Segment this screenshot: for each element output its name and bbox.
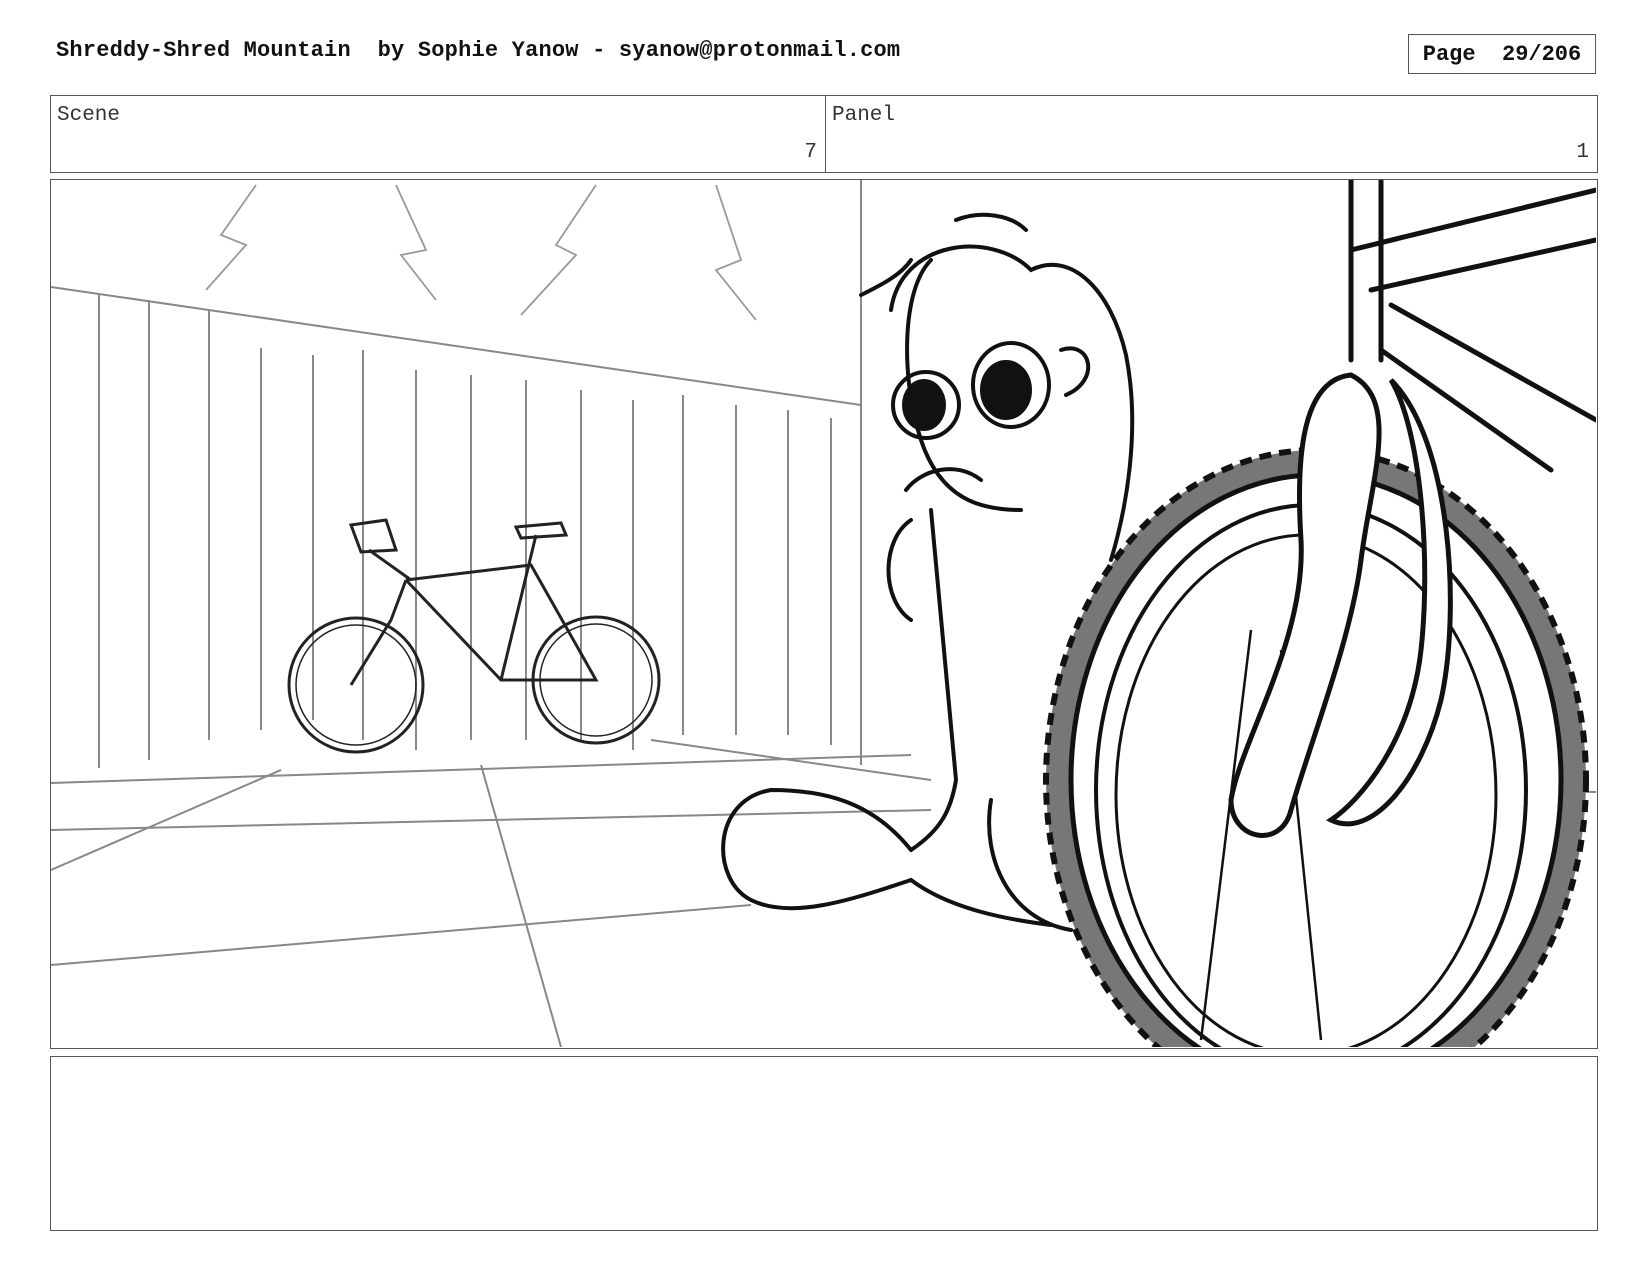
scene-number: 7	[804, 141, 817, 164]
storyboard-title: Shreddy-Shred Mountain by Sophie Yanow -…	[56, 38, 901, 63]
panel-label: Panel	[832, 104, 896, 127]
background-wall	[51, 180, 862, 768]
tree-sketches	[205, 184, 757, 321]
panel-notes-box	[50, 1056, 1598, 1231]
scene-cell: Scene 7	[51, 96, 826, 172]
background-bicycle	[287, 518, 661, 754]
panel-cell: Panel 1	[826, 96, 1597, 172]
scene-panel-row: Scene 7 Panel 1	[50, 95, 1598, 173]
page-number: Page 29/206	[1408, 34, 1596, 74]
scene-label: Scene	[57, 104, 121, 127]
panel-number: 1	[1576, 141, 1589, 164]
storyboard-frame	[50, 179, 1598, 1049]
storyboard-sketch	[51, 180, 1596, 1047]
